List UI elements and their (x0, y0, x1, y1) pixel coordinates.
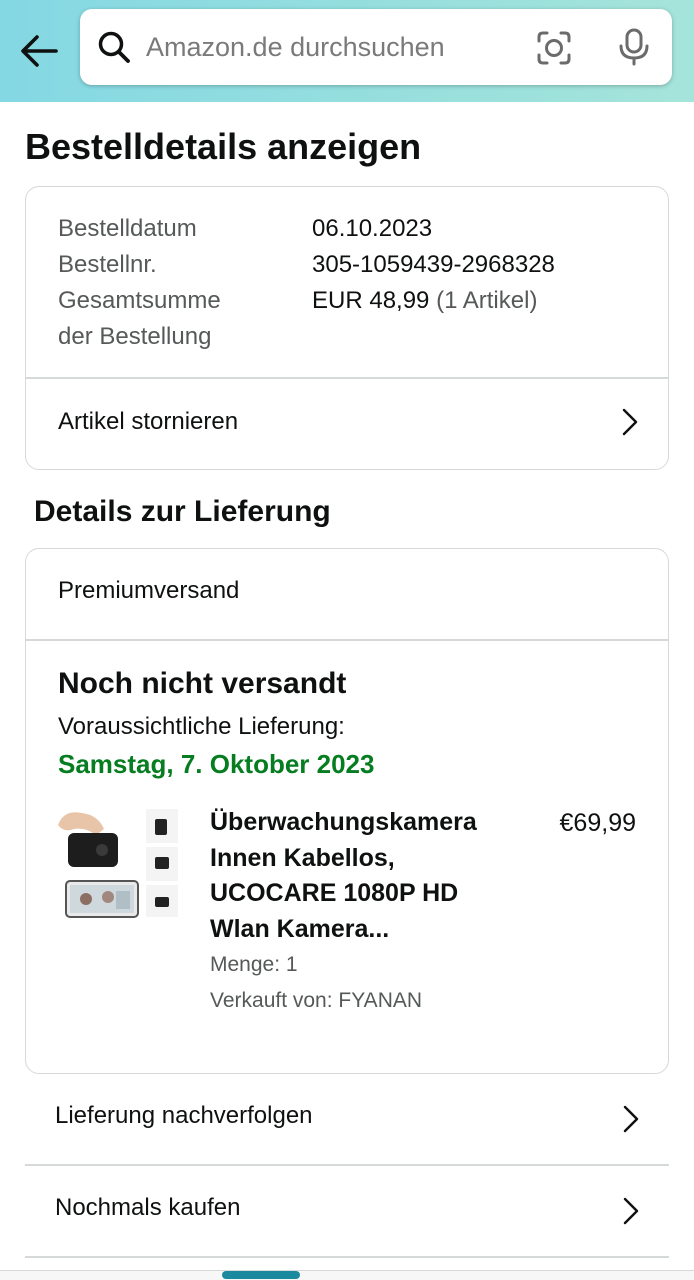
order-item-count: (1 Artikel) (436, 287, 538, 314)
product-price: €69,99 (559, 809, 636, 837)
product-seller: Verkauft von: FYANAN (210, 989, 423, 1012)
delivery-card: Premiumversand Noch nicht versandt Vorau… (25, 548, 669, 1074)
microphone-icon[interactable] (615, 27, 653, 67)
product-quantity: Menge: 1 (210, 953, 298, 976)
shipping-type: Premiumversand (58, 577, 240, 604)
order-total-value: EUR 48,99 (312, 287, 430, 314)
search-input[interactable] (146, 27, 506, 67)
track-delivery-link[interactable]: Lieferung nachverfolgen (25, 1074, 669, 1164)
order-number-value: 305-1059439-2968328 (312, 251, 555, 278)
order-total-value-wrap: EUR 48,99 (1 Artikel) (312, 283, 537, 319)
eta-label: Voraussichtliche Lieferung: (58, 713, 345, 740)
active-tab-indicator (222, 1271, 300, 1279)
buy-again-label: Nochmals kaufen (55, 1194, 241, 1221)
camera-lens-icon[interactable] (535, 29, 573, 67)
search-icon (98, 31, 130, 63)
product-title-line: Wlan Kamera... (210, 914, 390, 943)
back-arrow-icon (21, 35, 58, 67)
back-button[interactable] (18, 30, 60, 72)
page-title: Bestelldetails anzeigen (25, 126, 422, 167)
product-title-line: UCOCARE 1080P HD (210, 879, 459, 907)
divider (26, 639, 668, 641)
order-total-label-line2: der Bestellung (58, 323, 212, 350)
product-title-line: Innen Kabellos, (210, 843, 395, 872)
product-image[interactable] (56, 805, 180, 921)
chevron-right-icon (622, 408, 638, 436)
product-title[interactable]: Überwachungskamera Innen Kabellos, UCOCA… (210, 805, 510, 947)
order-summary-card: Bestelldatum 06.10.2023 Bestellnr. 305-1… (25, 186, 669, 470)
divider (25, 1256, 669, 1258)
order-date-label: Bestelldatum (58, 215, 197, 242)
order-number-label: Bestellnr. (58, 251, 157, 278)
eta-date: Samstag, 7. Oktober 2023 (58, 749, 375, 779)
product-title-line: Überwachungskamera (210, 808, 477, 836)
order-total-label-line1: Gesamtsumme (58, 287, 221, 314)
delivery-section-title: Details zur Lieferung (34, 495, 331, 528)
track-delivery-label: Lieferung nachverfolgen (55, 1102, 313, 1129)
top-bar (0, 0, 694, 102)
bottom-nav-bar (0, 1270, 694, 1280)
buy-again-link[interactable]: Nochmals kaufen (25, 1166, 669, 1256)
search-box[interactable] (80, 9, 672, 85)
cancel-items-label: Artikel stornieren (58, 408, 239, 435)
chevron-right-icon (623, 1197, 639, 1225)
shipment-status: Noch nicht versandt (58, 667, 347, 700)
cancel-items-link[interactable]: Artikel stornieren (26, 378, 668, 466)
order-date-value: 06.10.2023 (312, 215, 433, 242)
chevron-right-icon (623, 1105, 639, 1133)
